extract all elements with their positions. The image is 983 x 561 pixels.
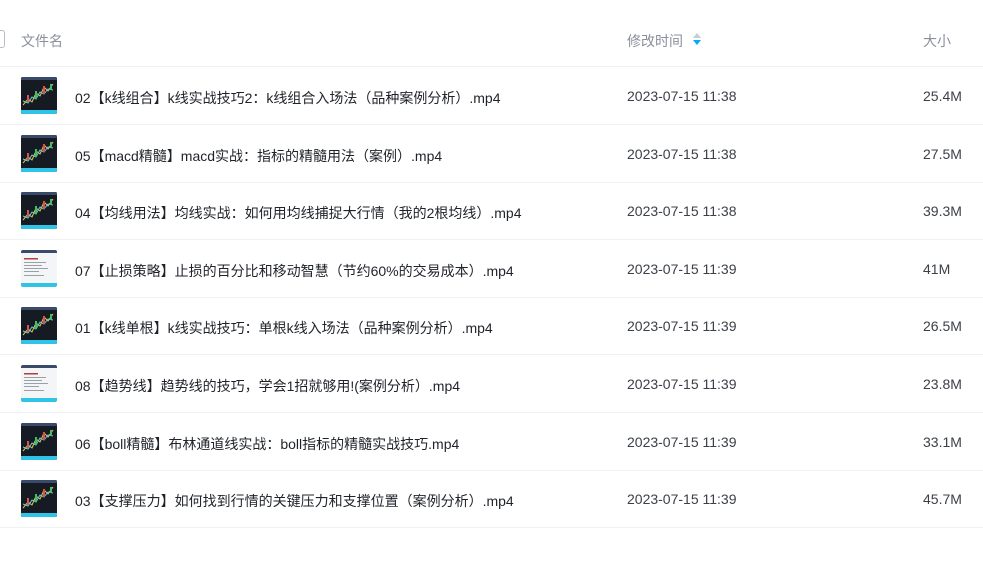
file-size: 26.5M xyxy=(923,318,962,335)
video-thumbnail[interactable] xyxy=(21,480,57,518)
column-header-size[interactable]: 大小 xyxy=(923,31,951,51)
video-thumbnail[interactable] xyxy=(21,192,57,230)
video-thumbnail[interactable] xyxy=(21,134,57,172)
file-size: 27.5M xyxy=(923,145,962,162)
file-modified-time: 2023-07-15 11:39 xyxy=(627,491,737,508)
file-modified-time: 2023-07-15 11:39 xyxy=(627,260,737,277)
file-name-link[interactable]: 07【止损策略】止损的百分比和移动智慧（节约60%的交易成本）.mp4 xyxy=(75,261,514,281)
file-name-link[interactable]: 04【均线用法】均线实战：如何用均线捕捉大行情（我的2根均线）.mp4 xyxy=(75,203,521,223)
file-size: 45.7M xyxy=(923,491,962,508)
video-thumbnail[interactable] xyxy=(21,77,57,114)
file-name-link[interactable]: 05【macd精髓】macd实战：指标的精髓用法（案例）.mp4 xyxy=(75,146,442,166)
file-modified-time: 2023-07-15 11:38 xyxy=(627,203,737,220)
file-modified-time: 2023-07-15 11:38 xyxy=(627,145,737,162)
file-row[interactable]: 08【趋势线】趋势线的技巧，学会1招就够用!(案例分析）.mp4 2023-07-… xyxy=(0,355,983,413)
file-name-link[interactable]: 06【boll精髓】布林通道线实战：boll指标的精髓实战技巧.mp4 xyxy=(75,434,459,454)
file-list-header: 文件名 修改时间 大小 xyxy=(0,0,983,67)
video-thumbnail[interactable] xyxy=(21,365,57,402)
file-name-link[interactable]: 08【趋势线】趋势线的技巧，学会1招就够用!(案例分析）.mp4 xyxy=(75,376,460,396)
select-all-checkbox[interactable] xyxy=(0,30,5,48)
file-name-link[interactable]: 01【k线单根】k线实战技巧：单根k线入场法（品种案例分析）.mp4 xyxy=(75,318,493,338)
file-size: 25.4M xyxy=(923,88,962,104)
column-header-modified-time[interactable]: 修改时间 xyxy=(627,31,683,51)
file-modified-time: 2023-07-15 11:38 xyxy=(627,88,737,104)
video-thumbnail[interactable] xyxy=(21,249,57,287)
file-size: 23.8M xyxy=(923,376,962,392)
file-row[interactable]: 04【均线用法】均线实战：如何用均线捕捉大行情（我的2根均线）.mp4 2023-… xyxy=(0,182,983,241)
file-row[interactable]: 02【k线组合】k线实战技巧2：k线组合入场法（品种案例分析）.mp4 2023-… xyxy=(0,67,983,125)
file-size: 39.3M xyxy=(923,203,962,220)
file-size: 33.1M xyxy=(923,433,962,450)
video-thumbnail[interactable] xyxy=(21,307,57,345)
video-thumbnail[interactable] xyxy=(21,422,57,460)
file-row[interactable]: 03【支撑压力】如何找到行情的关键压力和支撑位置（案例分析）.mp4 2023-0… xyxy=(0,470,983,529)
file-row[interactable]: 07【止损策略】止损的百分比和移动智慧（节约60%的交易成本）.mp4 2023-… xyxy=(0,240,983,298)
file-name-link[interactable]: 02【k线组合】k线实战技巧2：k线组合入场法（品种案例分析）.mp4 xyxy=(75,88,500,108)
file-modified-time: 2023-07-15 11:39 xyxy=(627,376,737,392)
file-row[interactable]: 01【k线单根】k线实战技巧：单根k线入场法（品种案例分析）.mp4 2023-0… xyxy=(0,297,983,356)
file-row[interactable]: 06【boll精髓】布林通道线实战：boll指标的精髓实战技巧.mp4 2023-… xyxy=(0,413,983,471)
file-row[interactable]: 05【macd精髓】macd实战：指标的精髓用法（案例）.mp4 2023-07-… xyxy=(0,125,983,183)
sort-icon[interactable] xyxy=(692,32,702,46)
file-modified-time: 2023-07-15 11:39 xyxy=(627,433,737,450)
file-size: 41M xyxy=(923,260,951,277)
file-modified-time: 2023-07-15 11:39 xyxy=(627,318,737,335)
column-header-name[interactable]: 文件名 xyxy=(21,31,63,51)
file-name-link[interactable]: 03【支撑压力】如何找到行情的关键压力和支撑位置（案例分析）.mp4 xyxy=(75,491,514,511)
